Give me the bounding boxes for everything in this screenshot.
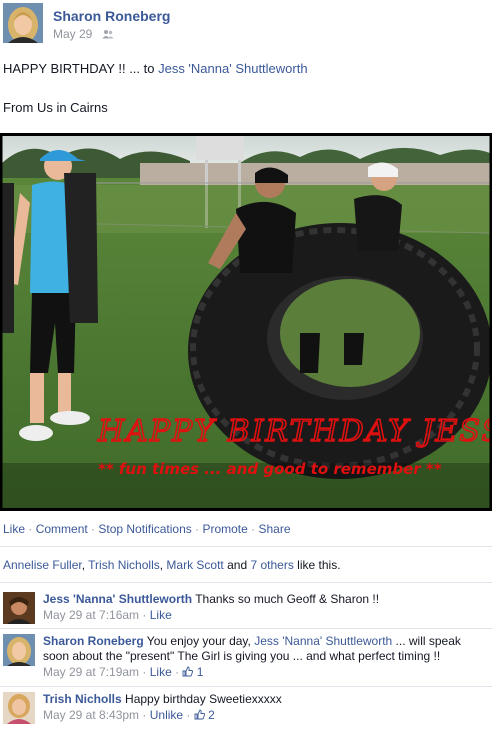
post-photo[interactable]: HAPPY BIRTHDAY JESS ** fun times ... and… [0, 133, 492, 511]
comment-mention-link[interactable]: Jess 'Nanna' Shuttleworth [254, 634, 392, 648]
stop-notifications-button[interactable]: Stop Notifications [98, 522, 191, 536]
commenter-avatar[interactable] [3, 692, 35, 724]
like-button[interactable]: Like [3, 522, 25, 536]
liker-link[interactable]: Mark Scott [166, 558, 223, 572]
comment-time[interactable]: May 29 at 7:19am [43, 665, 139, 679]
separator: · [87, 522, 99, 536]
comment-time[interactable]: May 29 at 7:16am [43, 608, 139, 622]
separator: · [171, 665, 183, 679]
comment-text: Thanks so much Geoff & Sharon !! [192, 592, 380, 606]
commenter-name[interactable]: Jess 'Nanna' Shuttleworth [43, 592, 192, 606]
post-author-name[interactable]: Sharon Roneberg [53, 8, 170, 24]
photo-overlay-subtitle: ** fun times ... and good to remember ** [98, 460, 442, 478]
separator: · [139, 608, 150, 622]
like-count: 2 [208, 708, 215, 722]
friends-icon[interactable] [102, 28, 114, 42]
like-count: 1 [196, 665, 204, 679]
comment-body: Sharon Roneberg You enjoy your day, Jess… [43, 634, 483, 681]
liker-link[interactable]: Trish Nicholls [88, 558, 160, 572]
comment-time[interactable]: May 29 at 8:43pm [43, 708, 139, 722]
author-avatar[interactable] [3, 3, 43, 43]
divider [0, 628, 492, 629]
photo-overlay-title: HAPPY BIRTHDAY JESS [97, 414, 492, 449]
comment-meta: May 29 at 7:19am · Like · 1 [43, 664, 483, 681]
comment-text: Happy birthday Sweetiexxxxx [121, 692, 282, 706]
post-meta: May 29 [53, 27, 114, 42]
thumbs-up-icon [182, 665, 194, 681]
comment-meta: May 29 at 7:16am · Like [43, 607, 483, 623]
post-actions: Like · Comment · Stop Notifications · Pr… [3, 522, 291, 536]
commenter-avatar[interactable] [3, 592, 35, 624]
divider [0, 582, 492, 583]
comment-text: You enjoy your day, [143, 634, 255, 648]
likes-summary: Annelise Fuller, Trish Nicholls, Mark Sc… [3, 558, 341, 572]
promote-button[interactable]: Promote [202, 522, 247, 536]
comment-body: Trish Nicholls Happy birthday Sweetiexxx… [43, 692, 483, 724]
share-button[interactable]: Share [258, 522, 290, 536]
divider [0, 546, 492, 547]
thumbs-up-icon [194, 708, 205, 724]
post-date[interactable]: May 29 [53, 27, 92, 41]
post-text-prefix: HAPPY BIRTHDAY !! ... to [3, 61, 159, 76]
tagged-person-link[interactable]: Jess 'Nanna' Shuttleworth [158, 61, 308, 76]
comment-unlike-button[interactable]: Unlike [150, 708, 183, 722]
comment-button[interactable]: Comment [36, 522, 88, 536]
comment-like-button[interactable]: Like [150, 665, 172, 679]
separator: · [139, 708, 150, 722]
separator: · [183, 708, 194, 722]
separator: · [139, 665, 150, 679]
commenter-name[interactable]: Sharon Roneberg [43, 634, 144, 648]
others-likes-link[interactable]: 7 others [250, 558, 293, 572]
comment-like-count[interactable]: 1 [182, 665, 203, 679]
separator: · [191, 522, 203, 536]
commenter-avatar[interactable] [3, 634, 35, 666]
divider [0, 686, 492, 687]
post-header: Sharon Roneberg May 29 [3, 3, 489, 45]
comment-like-count[interactable]: 2 [194, 708, 215, 722]
post-text: HAPPY BIRTHDAY !! ... to Jess 'Nanna' Sh… [3, 61, 308, 115]
post-text-line2: From Us in Cairns [3, 100, 108, 115]
comment-body: Jess 'Nanna' Shuttleworth Thanks so much… [43, 592, 483, 623]
comment-meta: May 29 at 8:43pm · Unlike · 2 [43, 707, 483, 724]
liker-link[interactable]: Annelise Fuller [3, 558, 82, 572]
commenter-name[interactable]: Trish Nicholls [43, 692, 122, 706]
likes-suffix: like this. [293, 558, 341, 572]
separator: · [25, 522, 36, 536]
separator: · [247, 522, 259, 536]
and-text: and [223, 558, 251, 572]
comment-like-button[interactable]: Like [150, 608, 172, 622]
